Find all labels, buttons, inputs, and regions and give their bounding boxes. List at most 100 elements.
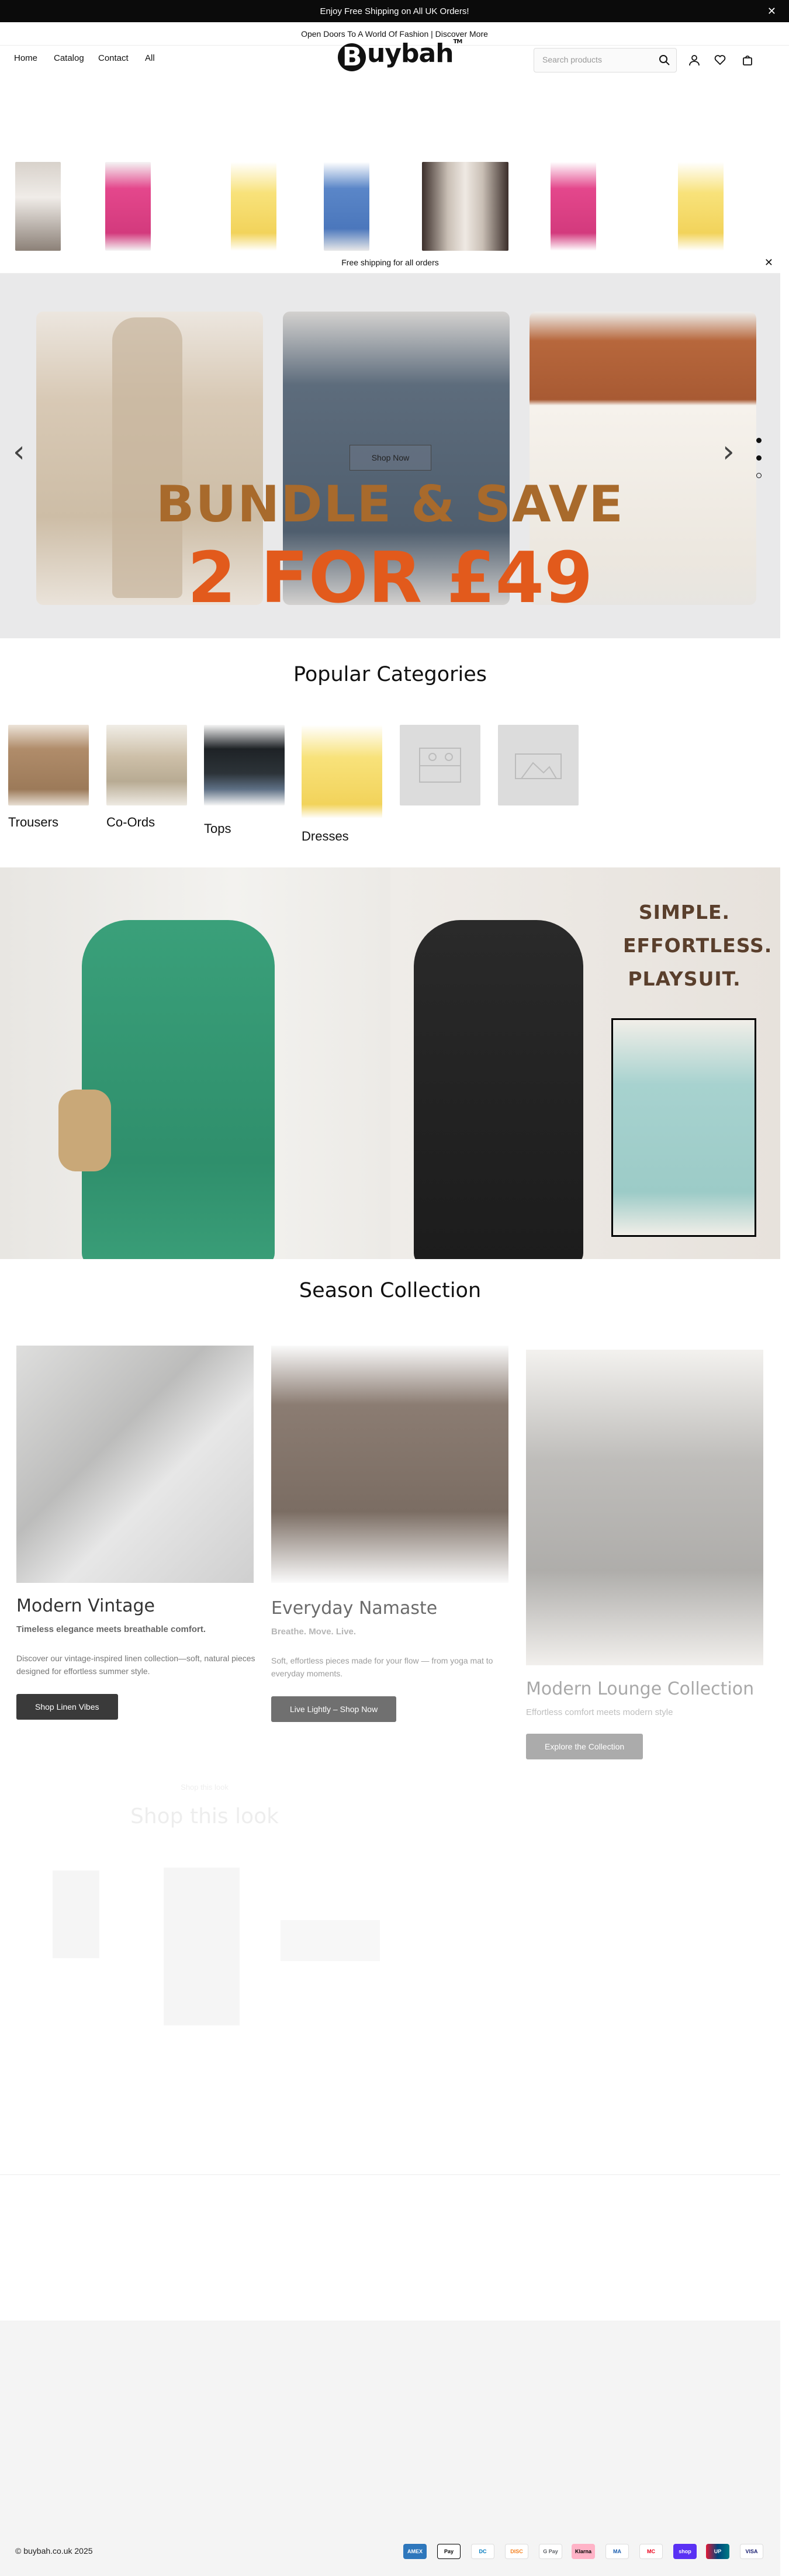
product-thumbnail[interactable] <box>231 162 276 251</box>
card-description: Soft, effortless pieces made for your fl… <box>271 1656 493 1678</box>
product-thumbnail[interactable] <box>551 162 596 251</box>
card-title: Modern Lounge Collection <box>526 1679 755 1699</box>
maestro-icon: MA <box>605 2544 629 2559</box>
close-icon[interactable]: ✕ <box>767 5 776 18</box>
shop-look-section: Shop this look Shop this look <box>0 1783 409 1828</box>
announcement-text: Enjoy Free Shipping on All UK Orders! <box>320 6 469 16</box>
look-product-image[interactable] <box>281 1920 380 1961</box>
logo-text: uybah <box>367 39 454 68</box>
category-label[interactable]: Dresses <box>302 829 349 844</box>
search-icon[interactable] <box>657 53 672 68</box>
logo-mark: B <box>338 43 366 71</box>
product-thumbnail[interactable] <box>15 162 61 251</box>
card-title: Everyday Namaste <box>271 1598 438 1619</box>
inset-image-mint <box>611 1018 756 1237</box>
category-label[interactable]: Co-Ords <box>106 815 155 830</box>
season-card-image[interactable] <box>16 1346 254 1583</box>
placeholder-image-icon <box>400 725 480 805</box>
product-thumbnail[interactable] <box>324 162 369 251</box>
nav-item-home[interactable]: Home <box>14 53 37 63</box>
google-pay-icon: G Pay <box>539 2544 562 2559</box>
playsuit-tagline: SIMPLE. EFFORTLESS. PLAYSUIT. <box>623 895 773 995</box>
hero-headline-price: 2 FOR £49 <box>187 538 593 619</box>
tagline-line3: PLAYSUIT. <box>628 967 741 990</box>
card-subtitle: Breathe. Move. Live. <box>271 1627 357 1637</box>
category-dresses[interactable]: Dresses <box>302 725 382 843</box>
slide-dot[interactable] <box>756 455 762 461</box>
hero-shop-now-button[interactable]: Shop Now <box>349 445 431 471</box>
nav-item-all[interactable]: All <box>145 53 155 63</box>
diners-club-icon: DC <box>471 2544 494 2559</box>
sub-announcement-text[interactable]: Open Doors To A World Of Fashion | Disco… <box>301 29 488 39</box>
divider <box>0 2174 780 2175</box>
categories-title: Popular Categories <box>293 663 487 686</box>
category-placeholder[interactable] <box>498 725 579 805</box>
chevron-left-icon[interactable]: ‹ <box>13 434 25 469</box>
explore-collection-button[interactable]: Explore the Collection <box>526 1734 643 1759</box>
look-product-image[interactable] <box>164 1868 240 2025</box>
category-image[interactable] <box>106 725 187 805</box>
announcement-bar: Enjoy Free Shipping on All UK Orders! ✕ <box>0 0 789 22</box>
season-card-modern-vintage: Modern Vintage Timeless elegance meets b… <box>16 1596 256 1720</box>
shop-pay-icon: shop <box>673 2544 697 2559</box>
category-label[interactable]: Tops <box>204 821 231 836</box>
season-card-modern-lounge: Modern Lounge Collection Effortless comf… <box>526 1679 771 1759</box>
category-image[interactable] <box>8 725 89 805</box>
chevron-right-icon[interactable]: › <box>722 434 735 469</box>
card-description: Discover our vintage-inspired linen coll… <box>16 1654 255 1676</box>
apple-pay-icon: Pay <box>437 2544 461 2559</box>
amex-icon: AMEX <box>403 2544 427 2559</box>
discover-icon: DISC <box>505 2544 528 2559</box>
free-shipping-bar: Free shipping for all orders ✕ <box>0 251 780 274</box>
union-pay-icon: UP <box>706 2544 729 2559</box>
product-thumbnail-strip <box>0 153 780 251</box>
playsuit-banner[interactable]: SIMPLE. EFFORTLESS. PLAYSUIT. <box>0 867 780 1259</box>
card-title: Modern Vintage <box>16 1596 155 1616</box>
shop-linen-vibes-button[interactable]: Shop Linen Vibes <box>16 1694 118 1720</box>
shop-look-title: Shop this look <box>130 1804 279 1828</box>
mastercard-icon: MC <box>639 2544 663 2559</box>
hero-slideshow: ‹ › Shop Now BUNDLE & SAVE 2 FOR £49 <box>0 274 780 638</box>
account-icon[interactable] <box>687 53 702 68</box>
klarna-icon: Klarna <box>572 2544 595 2559</box>
category-placeholder[interactable] <box>400 725 480 805</box>
free-shipping-text: Free shipping for all orders <box>341 257 439 267</box>
bag-icon[interactable] <box>740 53 755 68</box>
category-label[interactable]: Trousers <box>8 815 58 830</box>
search-input[interactable]: Search products <box>534 48 677 72</box>
brand-logo[interactable]: BuybahTM <box>338 39 462 71</box>
close-icon[interactable]: ✕ <box>764 257 773 269</box>
card-subtitle: Timeless elegance meets breathable comfo… <box>16 1624 206 1634</box>
shop-look-eyebrow: Shop this look <box>181 1783 229 1792</box>
nav-item-catalog[interactable]: Catalog <box>54 53 84 63</box>
season-card-image[interactable] <box>271 1346 508 1583</box>
product-thumbnail[interactable] <box>422 162 508 251</box>
visa-icon: VISA <box>740 2544 763 2559</box>
hero-headline-bundle: BUNDLE & SAVE <box>155 475 625 534</box>
card-subtitle: Effortless comfort meets modern style <box>526 1707 673 1717</box>
season-card-everyday-namaste: Everyday Namaste Breathe. Move. Live. So… <box>271 1598 511 1722</box>
product-thumbnail[interactable] <box>105 162 151 251</box>
category-co-ords[interactable]: Co-Ords <box>106 725 187 829</box>
banner-image-green <box>0 867 390 1259</box>
placeholder-image-icon <box>498 725 579 805</box>
footer-copyright: © buybah.co.uk 2025 <box>15 2546 93 2556</box>
category-image[interactable] <box>204 725 285 805</box>
look-product-image[interactable] <box>53 1870 99 1958</box>
season-card-image[interactable] <box>526 1350 763 1665</box>
tagline-line2: EFFORTLESS. <box>623 934 773 957</box>
tagline-line1: SIMPLE. <box>638 901 731 924</box>
category-image[interactable] <box>302 725 382 818</box>
heart-icon[interactable] <box>712 53 728 68</box>
category-trousers[interactable]: Trousers <box>8 725 89 829</box>
live-lightly-button[interactable]: Live Lightly – Shop Now <box>271 1696 397 1722</box>
nav-item-contact[interactable]: Contact <box>98 53 129 63</box>
category-tops[interactable]: Tops <box>204 725 285 836</box>
banner-image-black: SIMPLE. EFFORTLESS. PLAYSUIT. <box>390 867 780 1259</box>
product-thumbnail[interactable] <box>678 162 724 251</box>
search-placeholder: Search products <box>542 55 602 64</box>
season-collection-title: Season Collection <box>299 1279 482 1302</box>
site-footer <box>0 2321 780 2576</box>
slide-dot[interactable] <box>756 438 762 443</box>
logo-tm: TM <box>453 39 463 45</box>
